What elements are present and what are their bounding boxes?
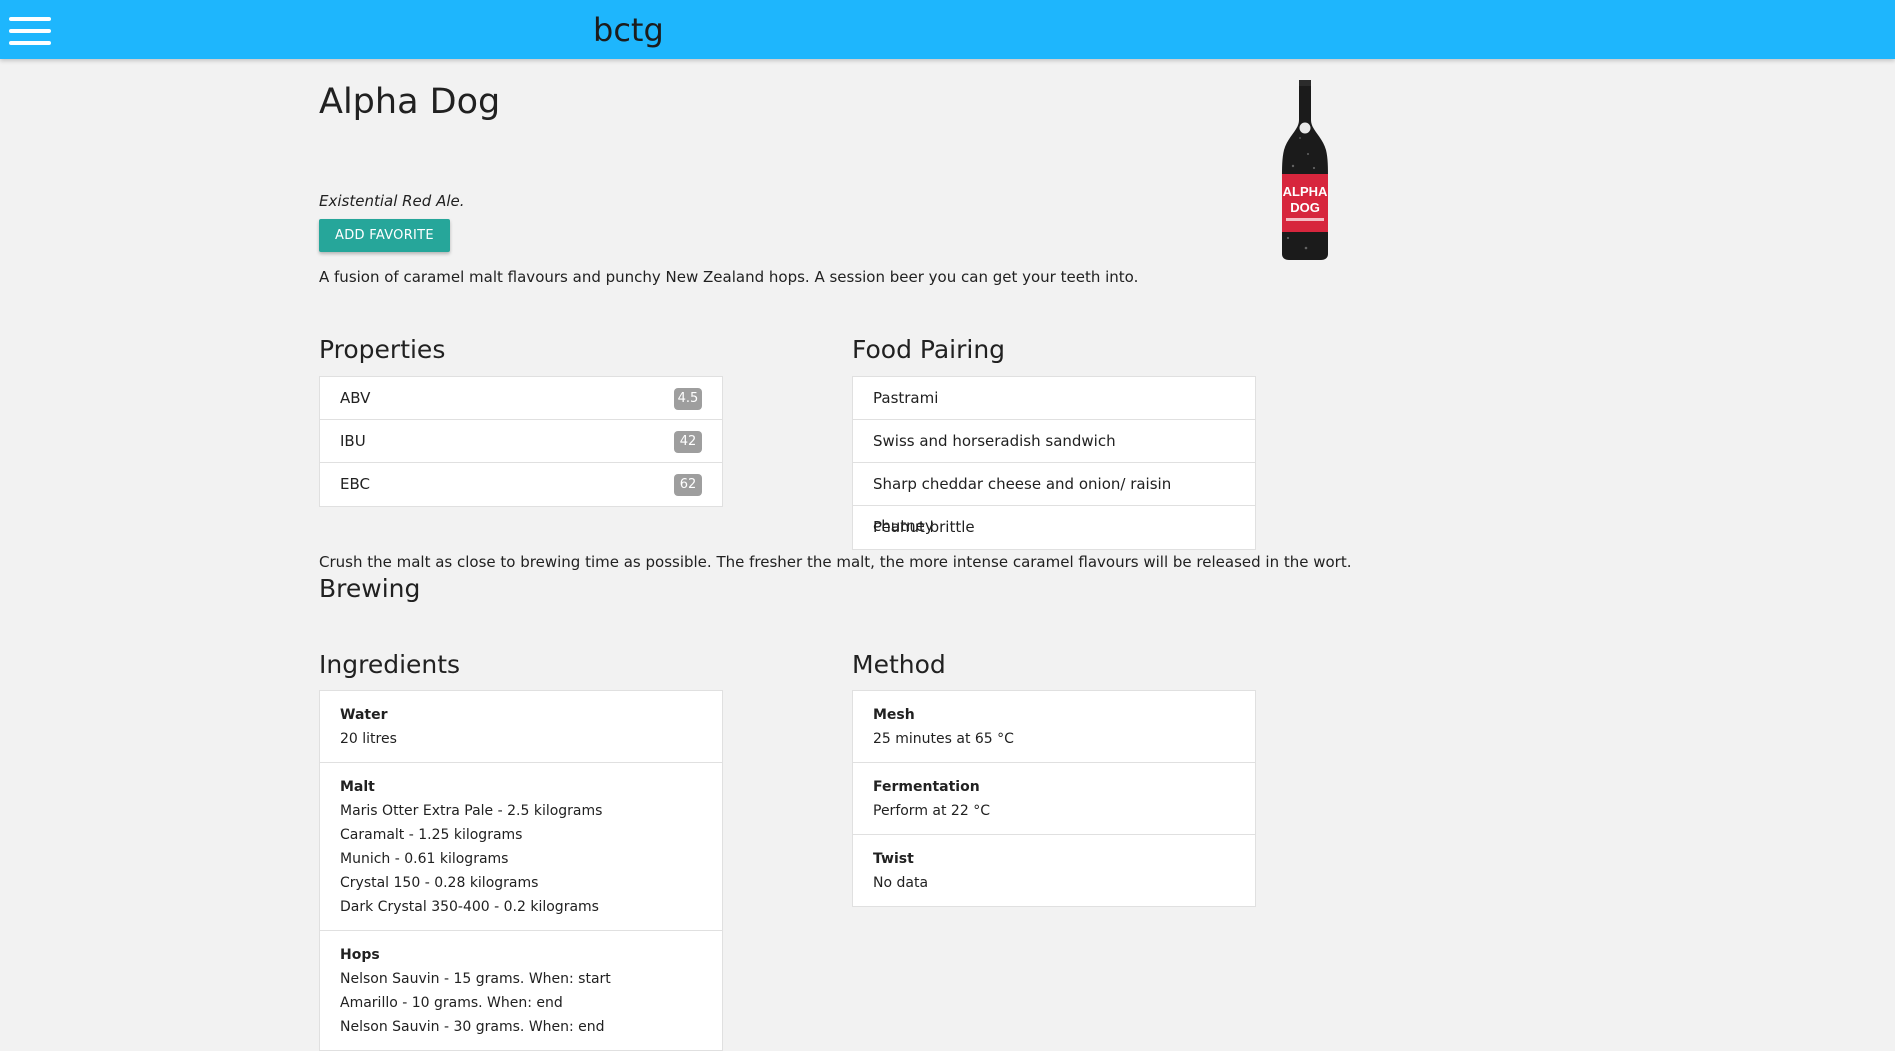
top-navbar: bctg (0, 0, 1895, 59)
hamburger-menu-icon[interactable] (9, 17, 51, 47)
property-value-badge: 4.5 (674, 388, 702, 410)
bottle-label-dog: DOG (1290, 200, 1320, 215)
ingredient-hops: Hops Nelson Sauvin - 15 grams. When: sta… (320, 931, 722, 1050)
method-twist: Twist No data (853, 835, 1255, 906)
method-list: Mesh 25 minutes at 65 °C Fermentation Pe… (852, 690, 1256, 907)
ingredient-line: Nelson Sauvin - 15 grams. When: start (340, 971, 611, 987)
property-value-badge: 62 (674, 474, 702, 496)
property-ebc: EBC 62 (320, 463, 722, 506)
food-item: Peanut brittle (873, 518, 975, 536)
property-label: EBC (340, 475, 370, 493)
ingredient-title: Hops (340, 947, 380, 963)
method-step-line: No data (873, 875, 929, 891)
method-step-title: Mesh (873, 707, 915, 723)
food-pairing-title: Food Pairing (852, 335, 1006, 364)
properties-list: ABV 4.5 IBU 42 EBC 62 (319, 376, 723, 507)
method-step-title: Twist (873, 851, 914, 867)
beer-bottle-image: ALPHA DOG (1282, 80, 1328, 260)
method-step-line: Perform at 22 °C (873, 803, 990, 819)
brewing-title: Brewing (319, 574, 421, 603)
ingredient-title: Malt (340, 779, 375, 795)
method-step-line: 25 minutes at 65 °C (873, 731, 1014, 747)
method-title: Method (852, 650, 946, 679)
ingredient-line: Munich - 0.61 kilograms (340, 851, 509, 867)
ingredient-line: Caramalt - 1.25 kilograms (340, 827, 523, 843)
ingredient-title: Water (340, 707, 388, 723)
ingredient-line: Dark Crystal 350-400 - 0.2 kilograms (340, 899, 599, 915)
property-label: IBU (340, 432, 366, 450)
food-pairing-list: Pastrami Swiss and horseradish sandwich … (852, 376, 1256, 550)
ingredient-line: Maris Otter Extra Pale - 2.5 kilograms (340, 803, 603, 819)
add-favorite-button[interactable]: ADD FAVORITE (319, 219, 450, 252)
method-mesh: Mesh 25 minutes at 65 °C (853, 691, 1255, 763)
brand-logo[interactable]: bctg (593, 10, 664, 50)
property-abv: ABV 4.5 (320, 377, 722, 420)
beer-name: Alpha Dog (319, 82, 501, 122)
method-step-title: Fermentation (873, 779, 980, 795)
property-value-badge: 42 (674, 431, 702, 453)
food-item: Sharp cheddar cheese and onion/ raisin c… (853, 463, 1255, 535)
beer-description: A fusion of caramel malt flavours and pu… (319, 268, 1139, 286)
brewing-text: Crush the malt as close to brewing time … (319, 553, 1352, 571)
method-fermentation: Fermentation Perform at 22 °C (853, 763, 1255, 835)
ingredient-malt: Malt Maris Otter Extra Pale - 2.5 kilogr… (320, 763, 722, 931)
properties-title: Properties (319, 335, 446, 364)
food-item: Pastrami (853, 377, 1255, 420)
property-label: ABV (340, 389, 371, 407)
bottle-label-alpha: ALPHA (1283, 184, 1328, 199)
ingredient-line: Amarillo - 10 grams. When: end (340, 995, 563, 1011)
ingredients-title: Ingredients (319, 650, 461, 679)
ingredients-list: Water 20 litres Malt Maris Otter Extra P… (319, 690, 723, 1051)
food-item: Swiss and horseradish sandwich (853, 420, 1255, 463)
beer-tagline: Existential Red Ale. (319, 192, 465, 210)
property-ibu: IBU 42 (320, 420, 722, 463)
ingredient-water: Water 20 litres (320, 691, 722, 763)
ingredient-line: Crystal 150 - 0.28 kilograms (340, 875, 539, 891)
ingredient-line: 20 litres (340, 731, 397, 747)
ingredient-line: Nelson Sauvin - 30 grams. When: end (340, 1019, 605, 1035)
